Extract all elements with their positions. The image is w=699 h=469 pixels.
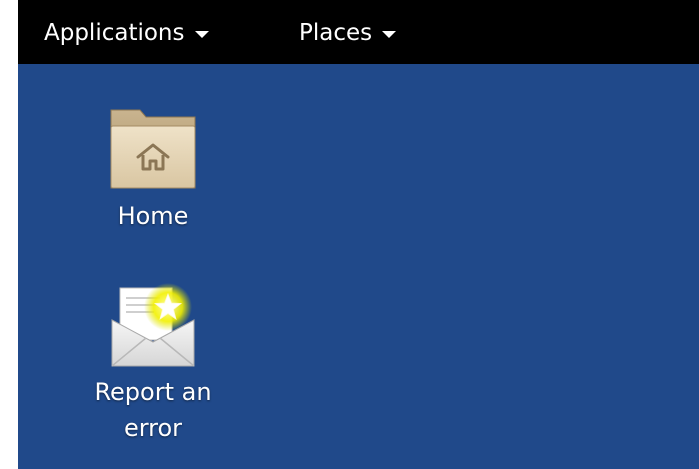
places-menu-label: Places bbox=[299, 20, 373, 46]
desktop-icon-label: Home bbox=[117, 202, 189, 230]
desktop-icon-label-line: Report an bbox=[94, 378, 212, 406]
desktop-icon-home[interactable]: Home bbox=[78, 104, 228, 234]
top-panel: Applications Places bbox=[18, 0, 699, 64]
mail-star-icon bbox=[111, 283, 195, 367]
home-folder-icon bbox=[110, 109, 196, 189]
desktop-icon-report-error[interactable]: Report an error bbox=[78, 280, 228, 446]
desktop: Home Report an error bbox=[18, 64, 699, 469]
applications-menu[interactable]: Applications bbox=[44, 16, 209, 50]
desktop-icon-label: Report an error bbox=[78, 374, 228, 446]
places-menu[interactable]: Places bbox=[299, 16, 397, 50]
desktop-icon-label-line: error bbox=[123, 414, 183, 442]
screen: Applications Places Home Report an error bbox=[0, 0, 699, 469]
chevron-down-icon bbox=[194, 31, 209, 38]
applications-menu-label: Applications bbox=[44, 20, 185, 46]
chevron-down-icon bbox=[382, 31, 397, 38]
